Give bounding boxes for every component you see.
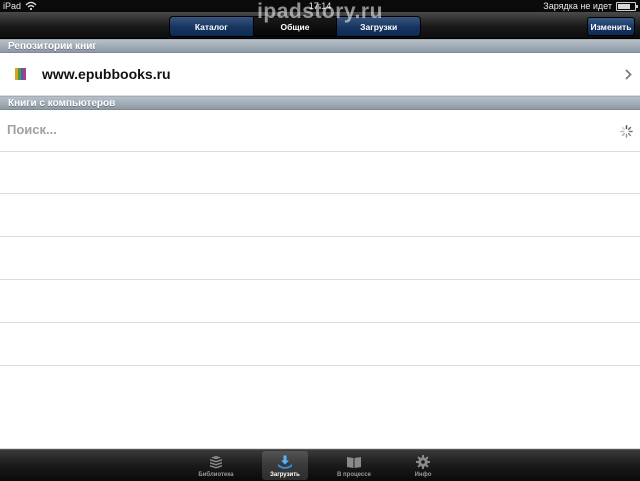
tab-in-progress[interactable]: В процессе <box>331 451 377 480</box>
books-icon <box>15 68 26 80</box>
tab-bar: Библиотека Загрузить В процессе Инфо <box>0 449 640 481</box>
open-book-icon <box>347 457 361 468</box>
download-icon <box>278 455 292 469</box>
books-stack-icon <box>210 456 222 469</box>
empty-row <box>0 324 640 366</box>
empty-row <box>0 367 640 409</box>
tab-library[interactable]: Библиотека <box>193 451 239 480</box>
edit-button[interactable]: Изменить <box>587 17 635 36</box>
section-header-repositories: Репозитории книг <box>0 39 640 53</box>
tab-info[interactable]: Инфо <box>400 451 446 480</box>
empty-row <box>0 152 640 194</box>
repository-row[interactable]: www.epubbooks.ru <box>0 54 640 96</box>
status-bar: iPad 17:14 Зарядка не идет <box>0 0 640 12</box>
search-status-label: Поиск... <box>7 122 57 137</box>
empty-row <box>0 407 640 449</box>
charging-status: Зарядка не идет <box>543 1 612 11</box>
empty-row <box>0 195 640 237</box>
tab-library-label: Библиотека <box>198 472 234 478</box>
empty-row <box>0 238 640 280</box>
empty-row <box>0 281 640 323</box>
segment-catalog[interactable]: Каталог <box>170 17 254 36</box>
activity-spinner-icon <box>620 125 633 138</box>
repository-title: www.epubbooks.ru <box>42 66 171 82</box>
tab-download[interactable]: Загрузить <box>262 451 308 480</box>
chevron-right-icon <box>625 69 632 80</box>
gear-icon <box>416 455 430 469</box>
search-status-row: Поиск... <box>0 110 640 152</box>
nav-bar: Каталог Общие Загрузки Изменить <box>0 12 640 39</box>
segment-downloads[interactable]: Загрузки <box>337 17 420 36</box>
tab-in-progress-label: В процессе <box>337 472 371 478</box>
section-header-computers: Книги с компьютеров <box>0 96 640 110</box>
tab-download-label: Загрузить <box>270 472 300 478</box>
segment-general[interactable]: Общие <box>253 17 338 36</box>
battery-icon <box>616 2 638 11</box>
segmented-control: Каталог Общие Загрузки <box>169 16 421 37</box>
tab-info-label: Инфо <box>414 472 432 478</box>
